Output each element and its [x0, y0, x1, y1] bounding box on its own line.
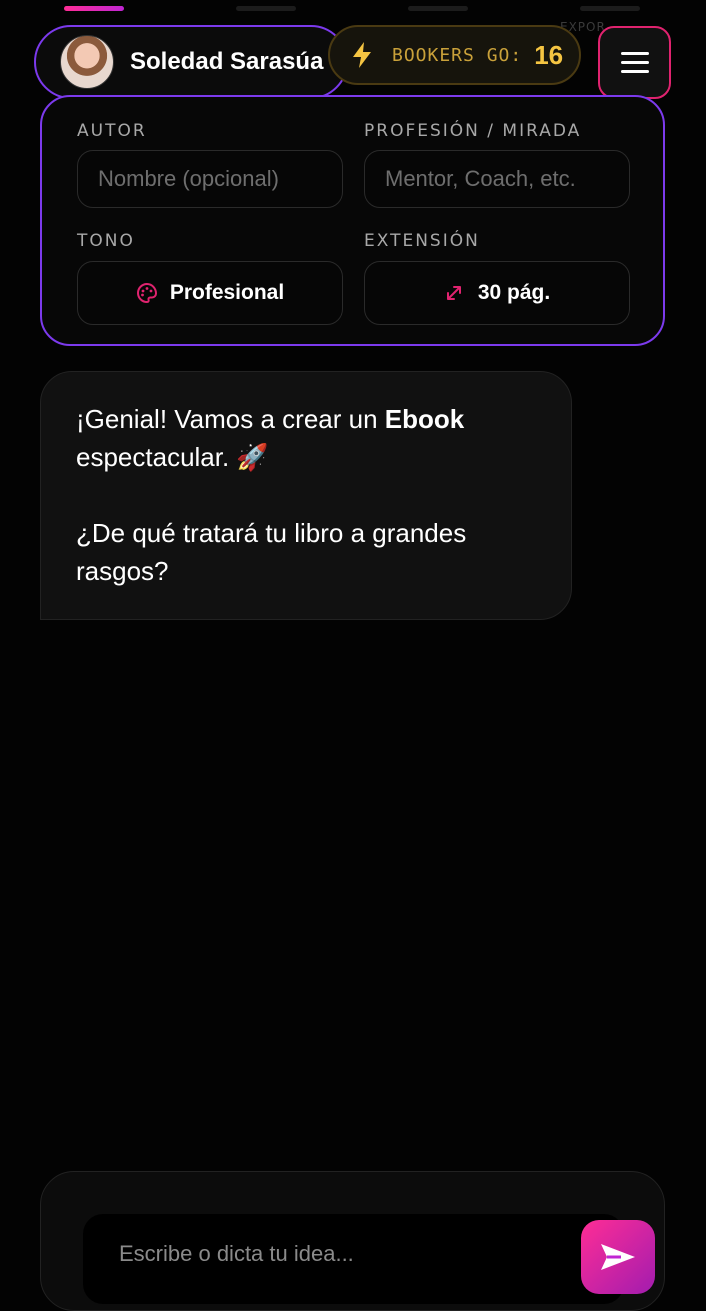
- user-profile-pill[interactable]: Soledad Sarasúa: [34, 25, 348, 99]
- bookers-credits-badge[interactable]: BOOKERS GO: 16: [328, 25, 581, 85]
- assistant-message-bubble: ¡Genial! Vamos a crear un Ebook espectac…: [40, 371, 572, 620]
- hamburger-menu-icon-line: [620, 61, 649, 64]
- author-field[interactable]: [77, 150, 343, 208]
- message-line1-bold: Ebook: [384, 404, 465, 434]
- message-question: ¿De qué tratará tu libro a grandes rasgo…: [76, 518, 467, 586]
- step-4-bar: [580, 6, 640, 11]
- step-1-bar: [64, 6, 124, 11]
- tone-label: TONO: [77, 231, 135, 251]
- message-line1-text: ¡Genial! Vamos a crear un: [76, 404, 385, 434]
- expand-arrows-icon: [446, 286, 461, 300]
- bolt-icon: [353, 42, 371, 68]
- hamburger-menu-button[interactable]: [598, 26, 671, 99]
- extension-label: EXTENSIÓN: [364, 231, 480, 251]
- profession-field[interactable]: [364, 150, 630, 208]
- user-avatar: [60, 35, 114, 89]
- bookers-count: 16: [534, 39, 564, 70]
- send-button[interactable]: [581, 1220, 655, 1294]
- chat-input-wrapper[interactable]: [83, 1214, 655, 1304]
- chat-input[interactable]: [117, 1240, 521, 1268]
- palette-icon: [136, 282, 157, 304]
- chat-composer: [40, 1171, 665, 1311]
- profession-label: PROFESIÓN / MIRADA: [364, 121, 582, 141]
- tone-select[interactable]: Profesional: [77, 261, 343, 325]
- extension-select[interactable]: 30 pág.: [364, 261, 630, 325]
- author-label: AUTOR: [77, 121, 147, 141]
- bookers-label: BOOKERS GO:: [392, 44, 523, 66]
- profession-input[interactable]: [365, 165, 629, 193]
- book-settings-panel: AUTOR PROFESIÓN / MIRADA TONO EXTENSIÓN …: [40, 95, 665, 346]
- send-icon: [601, 1244, 635, 1270]
- step-2-bar: [236, 6, 296, 11]
- author-input[interactable]: [78, 165, 342, 193]
- extension-value: 30 pág.: [477, 281, 551, 304]
- message-line-2: espectacular. 🚀: [76, 442, 269, 472]
- step-3-bar: [408, 6, 468, 11]
- message-line-1: ¡Genial! Vamos a crear un Ebook: [76, 400, 536, 438]
- user-name: Soledad Sarasúa: [130, 48, 324, 75]
- hamburger-menu-icon-line: [620, 70, 649, 73]
- tone-value: Profesional: [169, 281, 285, 304]
- hamburger-menu-icon-line: [620, 52, 649, 55]
